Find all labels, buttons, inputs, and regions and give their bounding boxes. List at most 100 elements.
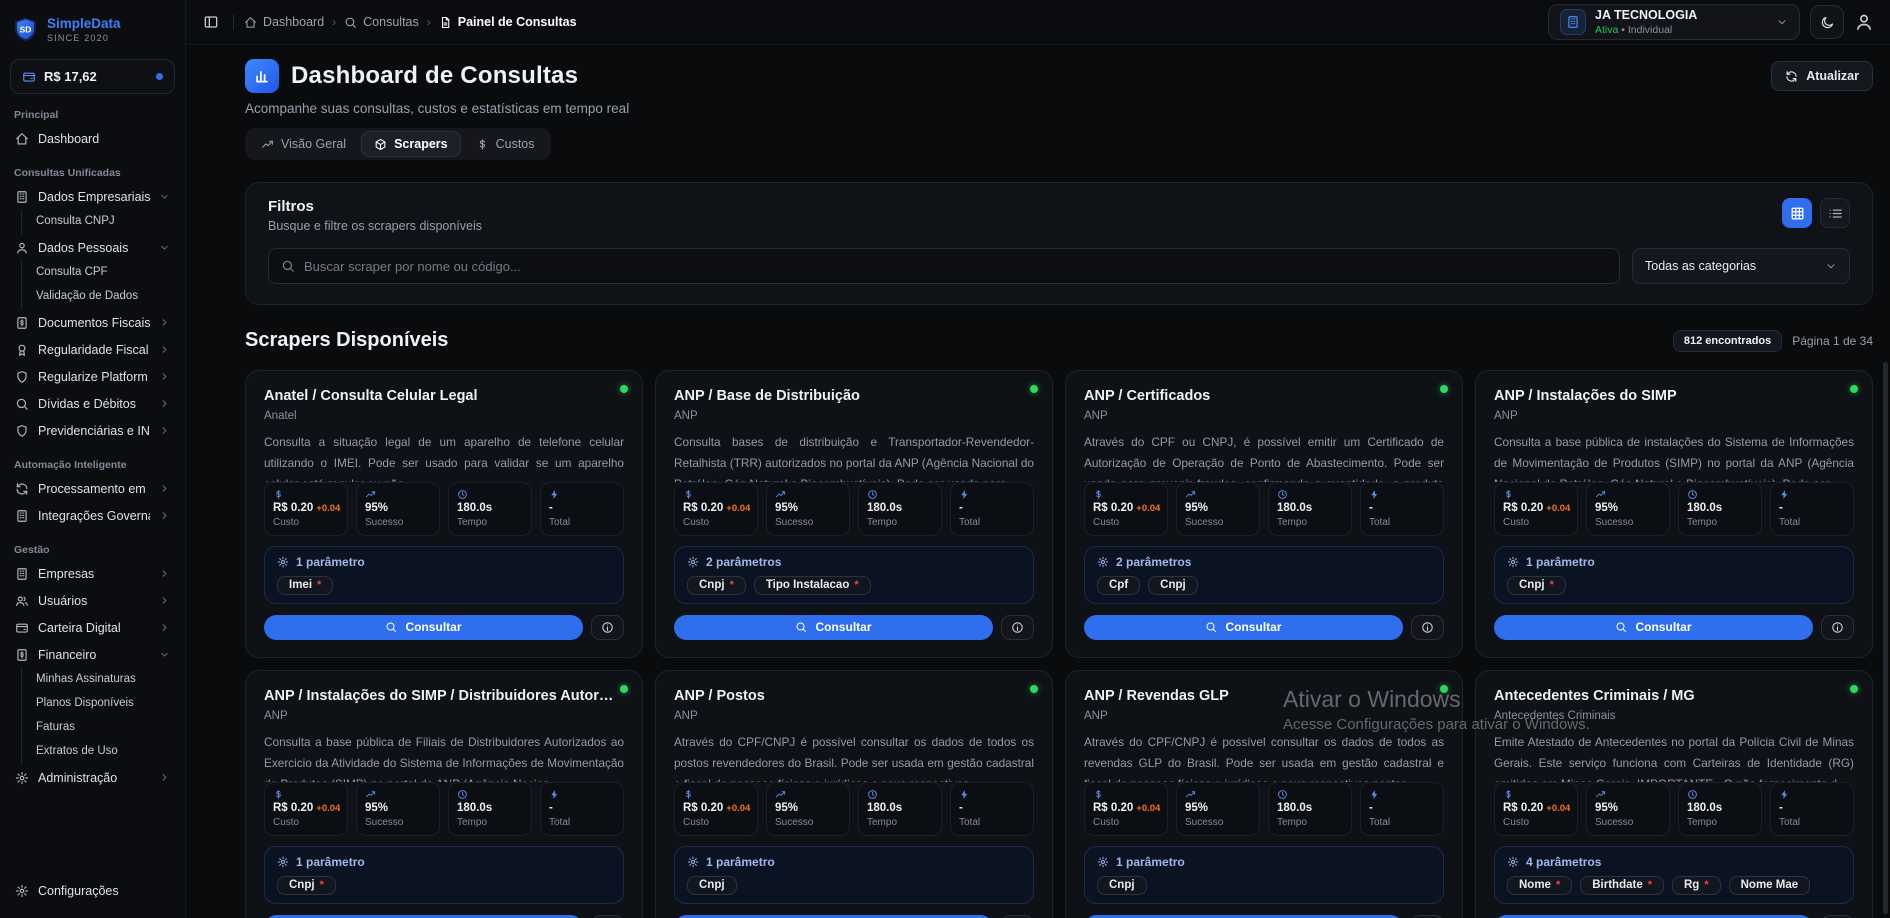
sidebar-item-integracoes-governamentais[interactable]: Integrações Governamentais [10, 502, 175, 529]
info-button[interactable] [591, 615, 624, 640]
sidebar-item-regularidade-fiscal[interactable]: Regularidade Fiscal [10, 336, 175, 363]
parameter-name: Tipo Instalacao [766, 579, 850, 591]
status-dot [1850, 385, 1858, 393]
stat-box: R$ 0.20+0.04 Custo [1494, 782, 1578, 836]
parameter-chip: Rg * [1672, 876, 1721, 895]
sidebar-item-administracao[interactable]: Administração [10, 764, 175, 791]
sidebar-section-label: Consultas Unificadas [14, 167, 171, 179]
user-menu-icon[interactable] [1854, 12, 1874, 32]
card-stats: R$ 0.20+0.04 Custo 95% Sucesso 180.0s Te… [1084, 782, 1444, 836]
sidebar-item-dividas-e-debitos[interactable]: Dívidas e Débitos [10, 390, 175, 417]
stat-box: - Total [1770, 782, 1854, 836]
lightning-icon [1779, 789, 1790, 800]
vertical-scrollbar[interactable] [1883, 362, 1888, 914]
consult-button[interactable]: Consultar [674, 615, 993, 640]
sidebar-item-validacao-de-dados[interactable]: Validação de Dados [22, 285, 175, 309]
category-select[interactable]: Todas as categorias [1632, 248, 1850, 284]
parameter-name: Cnpj [699, 879, 725, 891]
consult-button[interactable]: Consultar [264, 615, 583, 640]
sidebar-item-configuracoes[interactable]: Configurações [10, 877, 175, 904]
sidebar-nav: Principal Dashboard Consultas Unificadas… [10, 94, 175, 877]
info-button[interactable] [1821, 615, 1854, 640]
search-icon [281, 259, 295, 273]
panel-icon [203, 14, 219, 30]
sidebar-item-faturas[interactable]: Faturas [22, 716, 175, 740]
stat-label: Custo [1503, 517, 1569, 528]
stat-box: - Total [1770, 482, 1854, 536]
sidebar-item-previdenciarias-e-inss[interactable]: Previdenciárias e INSS [10, 417, 175, 444]
sidebar-item-financeiro[interactable]: Financeiro [10, 641, 175, 668]
sidebar-item-dados-empresariais[interactable]: Dados Empresariais [10, 183, 175, 210]
tab-custos[interactable]: Custos [463, 131, 548, 157]
list-view-button[interactable] [1820, 198, 1850, 228]
grid-view-button[interactable] [1782, 198, 1812, 228]
scraper-card: Anatel / Consulta Celular Legal Anatel C… [245, 370, 643, 658]
parameter-chip: Cnpj [1097, 876, 1147, 895]
refresh-button[interactable]: Atualizar [1771, 61, 1873, 91]
scraper-search-input[interactable] [304, 259, 1607, 274]
sidebar-item-dashboard[interactable]: Dashboard [10, 125, 175, 152]
consult-button[interactable]: Consultar [1084, 615, 1403, 640]
dollar-icon [1503, 789, 1514, 800]
home-icon [244, 16, 257, 29]
stat-value: 180.0s [1687, 502, 1722, 514]
stat-extra: +0.04 [726, 803, 750, 814]
breadcrumb-item[interactable]: Consultas [344, 15, 419, 29]
main-area: Dashboard › Consultas › Painel de Consul… [186, 0, 1890, 918]
sidebar-item-consulta-cpf[interactable]: Consulta CPF [22, 261, 175, 285]
dashboard-chart-icon [245, 59, 279, 93]
parameter-name: Rg [1684, 879, 1699, 891]
stat-value: 180.0s [1687, 802, 1722, 814]
stat-value: 95% [365, 802, 388, 814]
sidebar-item-processamento-em-lote[interactable]: Processamento em Lote [10, 475, 175, 502]
card-source: Antecedentes Criminais [1494, 710, 1854, 722]
sidebar-item-dados-pessoais[interactable]: Dados Pessoais [10, 234, 175, 261]
user-icon [15, 241, 29, 255]
required-asterisk: * [854, 579, 858, 591]
consult-button[interactable]: Consultar [1494, 615, 1813, 640]
wallet-balance-card[interactable]: R$ 17,62 [10, 59, 175, 94]
building-icon [15, 190, 29, 204]
status-dot [1030, 685, 1038, 693]
stat-value: 95% [1185, 802, 1208, 814]
sidebar-item-regularize-platform[interactable]: Regularize Platform [10, 363, 175, 390]
sidebar-item-planos-disponiveis[interactable]: Planos Disponíveis [22, 692, 175, 716]
scrapers-grid: Anatel / Consulta Celular Legal Anatel C… [245, 370, 1873, 918]
refresh-icon [1785, 70, 1798, 83]
parameter-chip: Cnpj * [687, 576, 746, 595]
sidebar-item-empresas[interactable]: Empresas [10, 560, 175, 587]
sidebar-toggle-button[interactable] [199, 10, 223, 34]
sidebar-item-consulta-cnpj[interactable]: Consulta CNPJ [22, 210, 175, 234]
sidebar-item-extratos-de-uso[interactable]: Extratos de Uso [22, 740, 175, 764]
clock-icon [1277, 789, 1288, 800]
sidebar-item-minhas-assinaturas[interactable]: Minhas Assinaturas [22, 668, 175, 692]
stat-label: Sucesso [365, 517, 431, 528]
tab-visao-geral[interactable]: Visão Geral [248, 131, 359, 157]
filters-title: Filtros [268, 198, 482, 215]
parameters-count-label: 1 parâmetro [706, 855, 775, 869]
brand-logo[interactable]: SD SimpleData SINCE 2020 [10, 12, 175, 47]
info-icon [1421, 621, 1434, 634]
stat-box: 180.0s Tempo [448, 782, 532, 836]
stat-box: 95% Sucesso [356, 482, 440, 536]
info-button[interactable] [1411, 615, 1444, 640]
company-selector[interactable]: JA TECNOLOGIA Ativa • Individual [1548, 4, 1800, 40]
chevron-right-icon [159, 483, 170, 494]
tab-scrapers[interactable]: Scrapers [361, 131, 461, 157]
stat-label: Total [549, 817, 615, 828]
sidebar-item-carteira-digital[interactable]: Carteira Digital [10, 614, 175, 641]
trend-icon [365, 489, 376, 500]
sidebar-item-usuarios[interactable]: Usuários [10, 587, 175, 614]
topbar-right: JA TECNOLOGIA Ativa • Individual [1548, 4, 1874, 40]
breadcrumb-item[interactable]: Dashboard [244, 15, 324, 29]
card-stats: R$ 0.20+0.04 Custo 95% Sucesso 180.0s Te… [1494, 482, 1854, 536]
stat-box: R$ 0.20+0.04 Custo [674, 482, 758, 536]
gear-icon [277, 556, 289, 568]
info-button[interactable] [1001, 615, 1034, 640]
sidebar-item-documentos-fiscais[interactable]: Documentos Fiscais [10, 309, 175, 336]
status-dot [620, 685, 628, 693]
stat-box: 180.0s Tempo [1268, 482, 1352, 536]
card-source: ANP [264, 710, 624, 722]
theme-toggle-button[interactable] [1810, 5, 1844, 39]
parameter-chip: Birthdate * [1580, 876, 1664, 895]
